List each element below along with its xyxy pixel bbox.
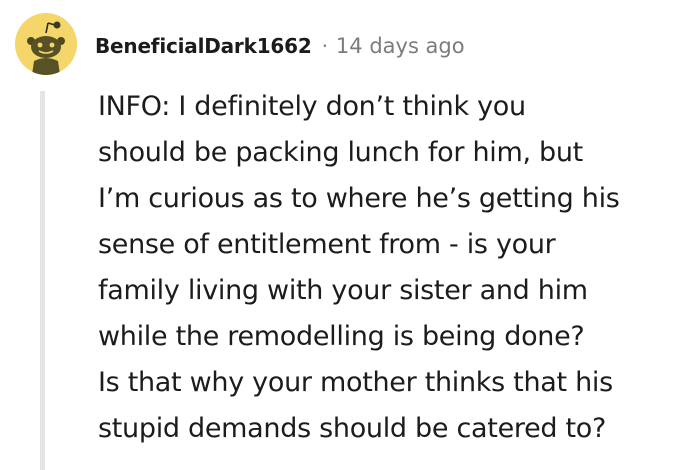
comment-body-line: while the remodelling is being done? [98, 321, 585, 352]
comment-body: INFO: I definitely don’t think you shoul… [98, 84, 696, 452]
thread-collapse-line[interactable] [40, 91, 45, 470]
separator-dot: · [321, 34, 328, 58]
comment-header: BeneficialDark1662 · 14 days ago [95, 30, 465, 62]
comment: BeneficialDark1662 · 14 days ago INFO: I… [0, 0, 700, 470]
comment-body-line: should be packing lunch for him, but [98, 137, 583, 168]
comment-body-line: I’m curious as to where he’s getting his [98, 183, 620, 214]
comment-body-line: family living with your sister and him [98, 275, 588, 306]
username-link[interactable]: BeneficialDark1662 [95, 34, 312, 58]
comment-body-line: sense of entitlement from - is your [98, 229, 556, 260]
snoo-avatar-icon [27, 21, 65, 75]
comment-body-line: stupid demands should be catered to? [98, 413, 607, 444]
user-avatar[interactable] [15, 13, 77, 75]
comment-body-line: INFO: I definitely don’t think you [98, 91, 526, 122]
comment-body-line: Is that why your mother thinks that his [98, 367, 613, 398]
comment-timestamp[interactable]: 14 days ago [336, 34, 465, 58]
